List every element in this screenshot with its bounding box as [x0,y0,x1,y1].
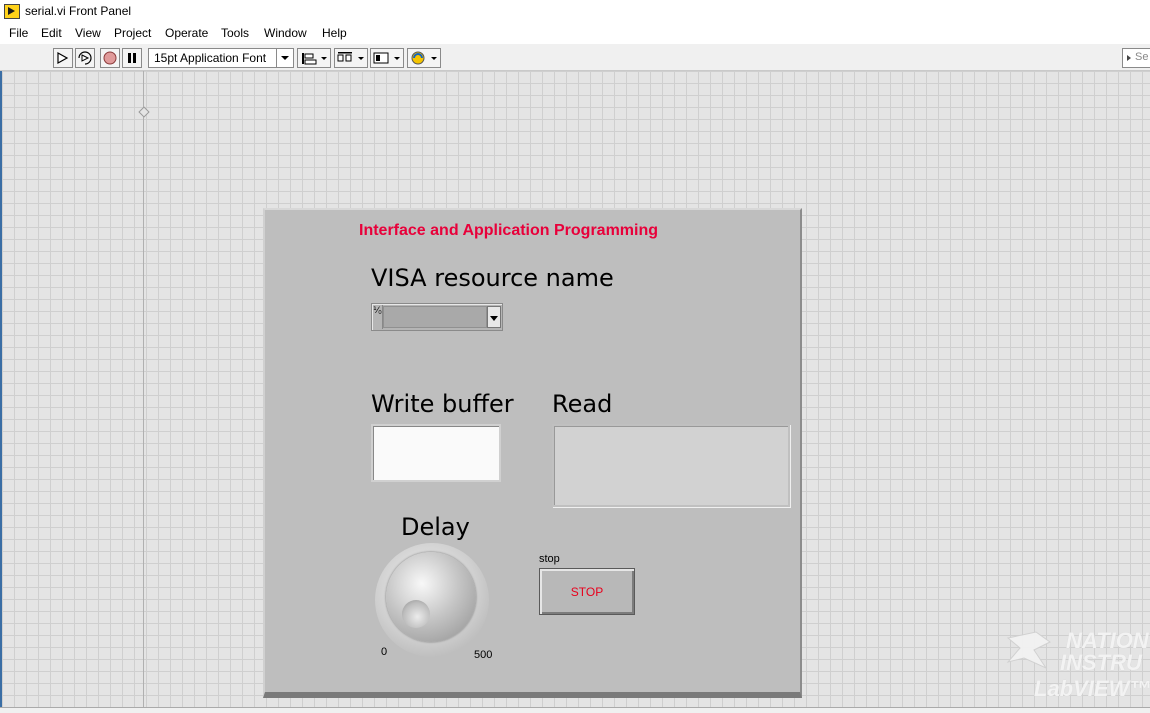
resize-objects-icon [373,52,400,64]
search-placeholder: Se [1135,51,1149,63]
visa-dropdown-button[interactable] [487,306,501,328]
chevron-down-icon [276,49,293,67]
read-indicator [552,424,790,507]
resize-objects-button[interactable] [370,48,404,68]
status-strip [0,707,1150,713]
search-arrow-icon [1127,55,1131,61]
delay-label: Delay [401,513,470,541]
menu-project[interactable]: Project [112,26,153,40]
read-label: Read [552,390,613,418]
window-title: serial.vi Front Panel [25,4,132,18]
abort-stop-icon [103,51,117,65]
delay-scale-min: 0 [381,646,388,658]
toolbar: 15pt Application Font Se [0,44,1150,71]
watermark-line-3: LabVIEW™ E [1034,676,1150,701]
stop-label: stop [539,553,560,565]
stop-button[interactable]: STOP [539,568,635,615]
reorder-icon [411,51,437,65]
font-select-value: 15pt Application Font [154,51,267,65]
origin-guide-line [143,71,144,707]
delay-knob[interactable] [375,543,489,657]
visa-io-icon: ⅟₀ [373,305,383,329]
labview-vi-icon [4,4,20,19]
menu-tools[interactable]: Tools [219,26,251,40]
run-arrow-icon [57,51,69,65]
write-buffer-input[interactable] [371,424,501,482]
delay-knob-body[interactable] [386,552,476,642]
run-continuously-button[interactable] [75,48,95,68]
title-bar: serial.vi Front Panel [0,0,1150,24]
origin-marker [138,106,150,118]
run-continuously-icon [78,51,92,65]
menu-help[interactable]: Help [320,26,349,40]
font-select[interactable]: 15pt Application Font [148,48,294,68]
visa-resource-label: VISA resource name [371,264,614,292]
menu-file[interactable]: File [7,26,30,40]
stop-button-text: STOP [570,585,604,599]
pause-icon [128,53,136,63]
distribute-objects-icon [337,52,364,62]
pause-button[interactable] [122,48,142,68]
write-buffer-label: Write buffer [371,390,514,418]
abort-button[interactable] [100,48,120,68]
align-objects-button[interactable] [297,48,331,68]
delay-knob-pointer [402,600,430,628]
run-button[interactable] [53,48,73,68]
ni-labview-watermark: NATION INSTRU LabVIEW™ E [1006,628,1150,703]
reorder-button[interactable] [407,48,441,68]
delay-scale-max: 500 [474,649,493,661]
menu-edit[interactable]: Edit [39,26,64,40]
menu-bar: File Edit View Project Operate Tools Win… [0,24,1150,44]
distribute-objects-button[interactable] [334,48,368,68]
panel-title: Interface and Application Programming [359,222,659,239]
menu-view[interactable]: View [73,26,103,40]
align-objects-icon [302,53,327,65]
watermark-line-2: INSTRU [1060,650,1142,675]
visa-resource-field[interactable] [383,306,487,328]
search-input[interactable]: Se [1122,48,1150,68]
visa-resource-control[interactable]: ⅟₀ [371,303,503,331]
menu-operate[interactable]: Operate [163,26,210,40]
decoration-panel: Interface and Application Programming VI… [263,208,802,698]
ni-eagle-logo-icon [1006,631,1051,670]
menu-window[interactable]: Window [262,26,309,40]
